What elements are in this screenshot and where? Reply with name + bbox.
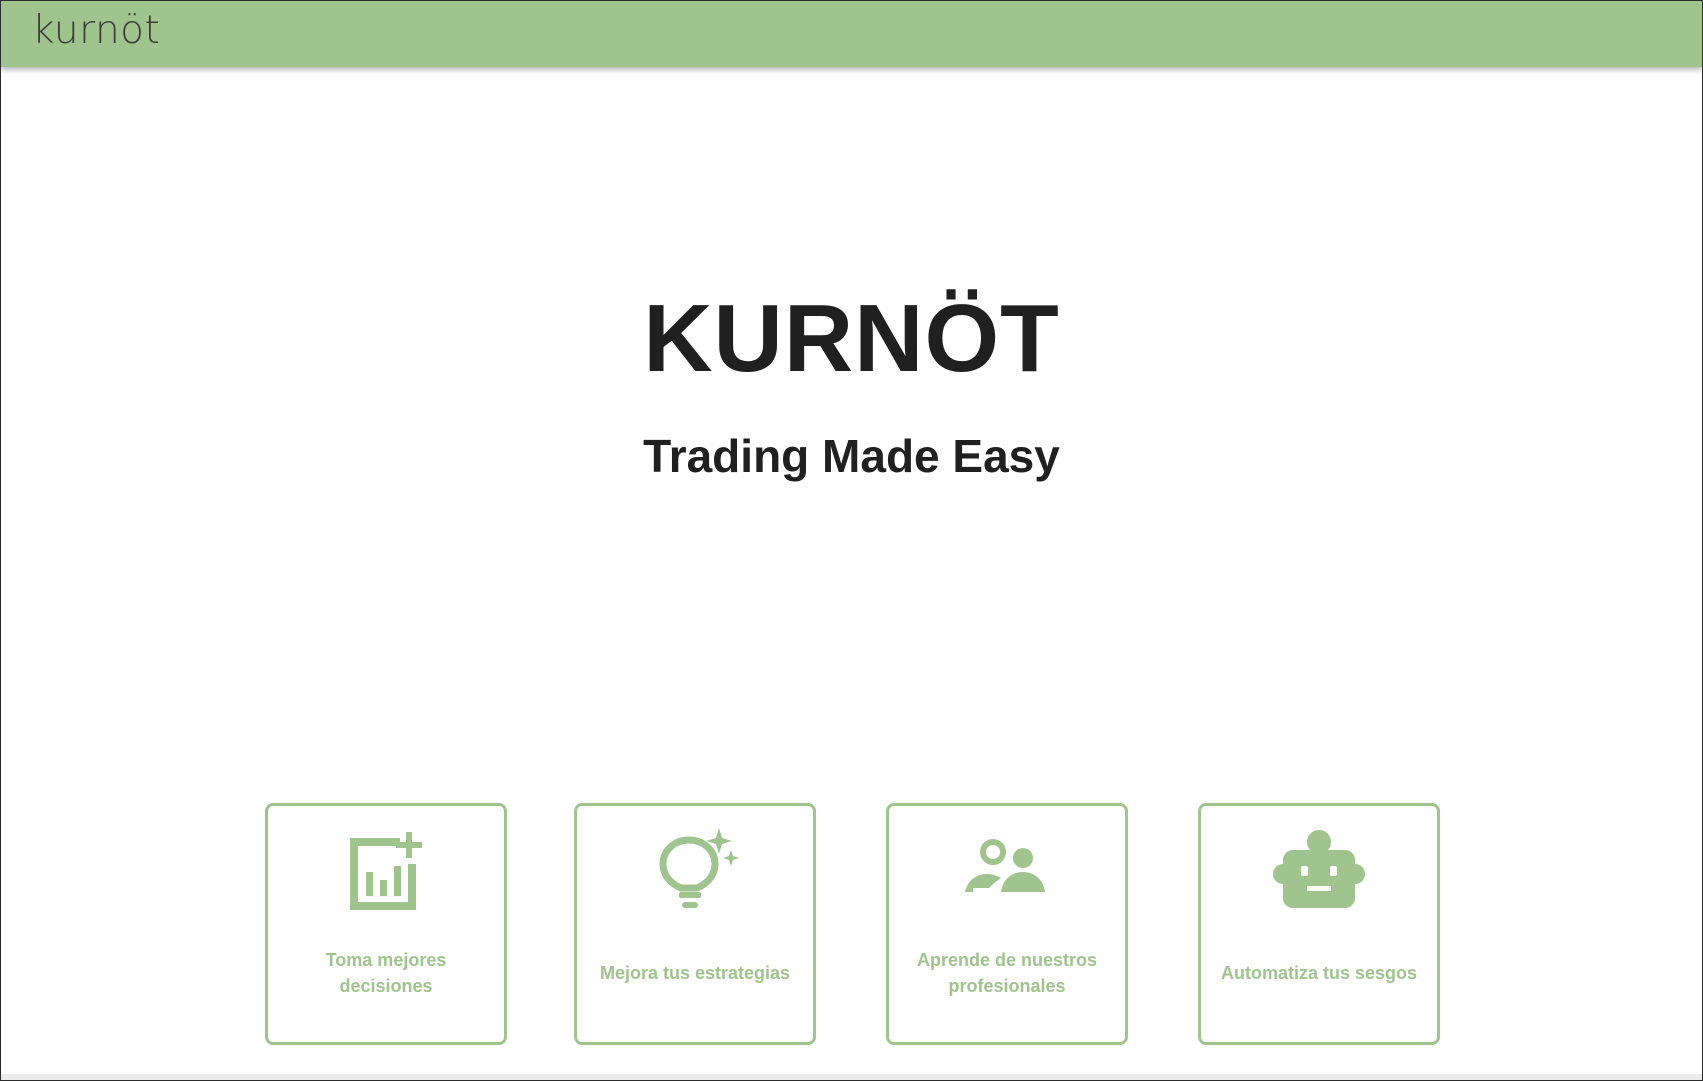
feature-card-strategies[interactable]: Mejora tus estrategias [574, 803, 816, 1045]
feature-card-professionals[interactable]: Aprende de nuestros profesionales [886, 803, 1128, 1045]
hero-title: KURNÖT [643, 285, 1060, 392]
robot-icon [1273, 828, 1365, 920]
feature-label: Toma mejores decisiones [325, 950, 447, 996]
app-window: kurnöt KURNÖT Trading Made Easy Toma mej… [0, 0, 1703, 1081]
feature-card-decisions[interactable]: Toma mejores decisiones [265, 803, 507, 1045]
feature-label: Automatiza tus sesgos [1220, 963, 1418, 983]
feature-card-automation[interactable]: Automatiza tus sesgos [1198, 803, 1440, 1045]
hero-subtitle: Trading Made Easy [643, 430, 1060, 482]
feature-label: Aprende de nuestros profesionales [916, 950, 1098, 996]
brand-logo[interactable]: kurnöt [32, 11, 160, 50]
add-chart-icon [340, 828, 432, 920]
bottom-strip [1, 1074, 1702, 1080]
people-icon [961, 828, 1053, 920]
lightbulb-sparkle-icon [649, 828, 741, 920]
feature-label: Mejora tus estrategias [599, 963, 791, 983]
top-navbar: kurnöt [1, 1, 1702, 67]
